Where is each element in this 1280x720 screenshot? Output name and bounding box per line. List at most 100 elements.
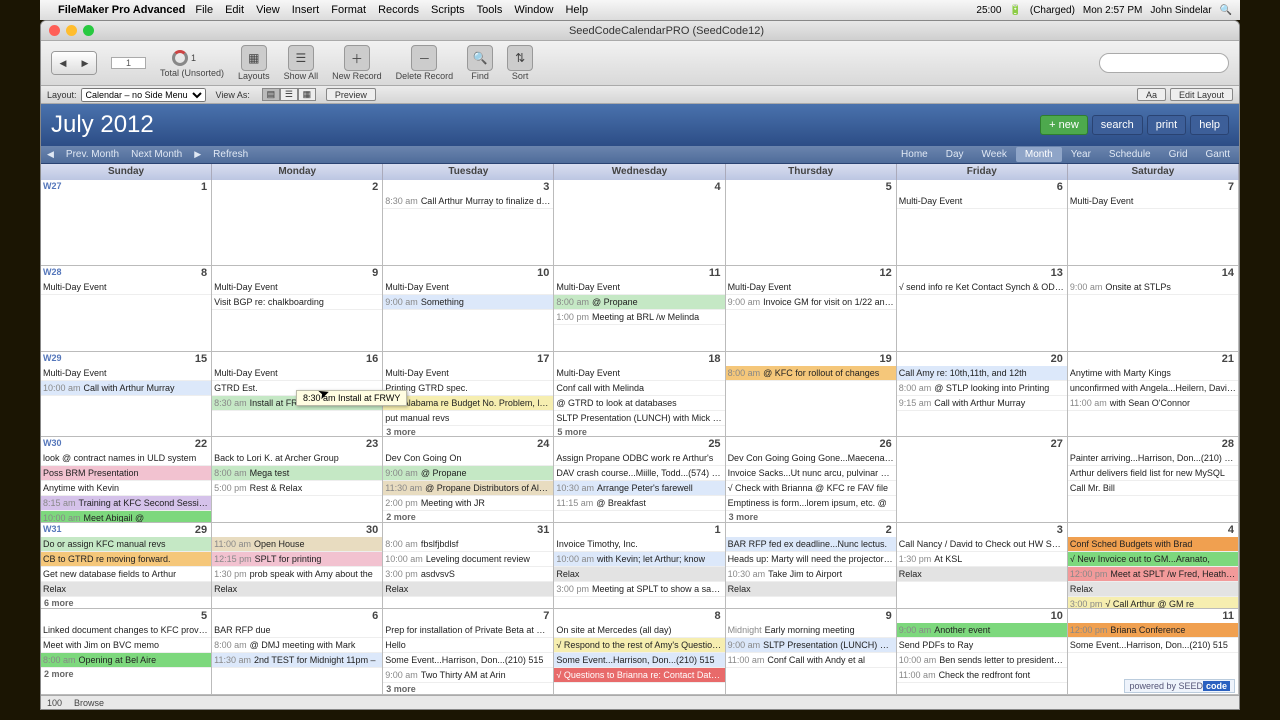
calendar-event[interactable]: 9:00 amTwo Thirty AM at Arin (383, 668, 553, 683)
calendar-event[interactable]: Visit BGP re: chalkboarding (212, 295, 382, 310)
calendar-event[interactable]: Do or assign KFC manual revs (41, 537, 211, 552)
day-cell[interactable]: 6BAR RFP due8:00 am@ DMJ meeting with Ma… (212, 609, 383, 694)
day-cell[interactable]: 9MidnightEarly morning meeting9:00 amSLT… (726, 609, 897, 694)
calendar-event[interactable]: Multi-Day Event (726, 280, 896, 295)
calendar-event[interactable]: Dev Con Going Going Gone...Maecenas lore… (726, 451, 896, 466)
tab-year[interactable]: Year (1062, 147, 1100, 162)
day-cell[interactable]: 28Painter arriving...Harrison, Don...(21… (1068, 437, 1239, 522)
calendar-event[interactable]: 1:30 pmAt KSL (897, 552, 1067, 567)
day-cell[interactable]: 318:00 amfbslfjbdlsf10:00 amLeveling doc… (383, 523, 554, 608)
tab-week[interactable]: Week (973, 147, 1016, 162)
more-events[interactable]: 6 more (41, 597, 211, 608)
calendar-event[interactable]: 11:00 amCheck the redfront font (897, 668, 1067, 683)
tab-gantt[interactable]: Gantt (1197, 147, 1239, 162)
calendar-event[interactable]: MidnightEarly morning meeting (726, 623, 896, 638)
calendar-event[interactable]: Printing GTRD spec. (383, 381, 553, 396)
day-cell[interactable]: 4Conf Sched Budgets with Brad√ New Invoi… (1068, 523, 1239, 608)
search-button[interactable]: search (1092, 115, 1143, 135)
day-cell[interactable]: 6Multi-Day Event (897, 180, 1068, 265)
calendar-event[interactable]: Hello (383, 638, 553, 653)
calendar-event[interactable]: 11:00 amwith Sean O'Connor (1068, 396, 1238, 411)
calendar-event[interactable]: 9:00 amAnother event (897, 623, 1067, 638)
calendar-event[interactable]: Call Nancy / David to Check out HW Serve… (897, 537, 1067, 552)
calendar-event[interactable]: Prep for installation of Private Beta at… (383, 623, 553, 638)
menu-records[interactable]: Records (378, 4, 419, 16)
day-cell[interactable]: 22W30look @ contract names in ULD system… (41, 437, 212, 522)
calendar-event[interactable]: Some Event...Harrison, Don...(210) 515 (1068, 638, 1238, 653)
layout-select[interactable]: Calendar – no Side Menu (81, 88, 206, 102)
day-cell[interactable]: 5Linked document changes to KFC providin… (41, 609, 212, 694)
calendar-event[interactable]: unconfirmed with Angela...Heilern, David… (1068, 381, 1238, 396)
calendar-event[interactable]: 1:30 pmprob speak with Amy about the (212, 567, 382, 582)
calendar-event[interactable]: 8:00 am@ STLP looking into Printing (897, 381, 1067, 396)
menu-format[interactable]: Format (331, 4, 366, 16)
day-cell[interactable]: 25Assign Propane ODBC work re Arthur'sDA… (554, 437, 725, 522)
day-cell[interactable]: 18Multi-Day EventConf call with Melinda@… (554, 352, 725, 437)
menu-scripts[interactable]: Scripts (431, 4, 465, 16)
calendar-event[interactable]: Call Amy re: 10th,11th, and 12th (897, 366, 1067, 381)
font-button[interactable]: Aa (1137, 88, 1166, 101)
calendar-event[interactable]: 8:00 amMega test (212, 466, 382, 481)
day-cell[interactable]: 8W28Multi-Day Event (41, 266, 212, 351)
day-cell[interactable]: 26Dev Con Going Going Gone...Maecenas lo… (726, 437, 897, 522)
sort-icon[interactable]: ⇅ (507, 45, 533, 71)
calendar-event[interactable]: 11:30 am2nd TEST for Midnight 11pm – (212, 653, 382, 668)
calendar-event[interactable]: Linked document changes to KFC providing (41, 623, 211, 638)
tab-grid[interactable]: Grid (1160, 147, 1197, 162)
calendar-event[interactable]: 8:30 amCall Arthur Murray to finalize da… (383, 194, 553, 209)
showall-icon[interactable]: ☰ (288, 45, 314, 71)
more-events[interactable]: 3 more (726, 511, 896, 522)
find-icon[interactable]: 🔍 (467, 45, 493, 71)
calendar-event[interactable]: 11:00 amConf Call with Andy et al (726, 653, 896, 668)
calendar-event[interactable]: 10:00 amwith Kevin; let Arthur; know (554, 552, 724, 567)
calendar-event[interactable]: 10:00 amMeet Abigail @ (41, 511, 211, 522)
day-cell[interactable]: 149:00 amOnsite at STLPs (1068, 266, 1239, 351)
calendar-event[interactable]: CB to GTRD re moving forward. (41, 552, 211, 567)
edit-layout-button[interactable]: Edit Layout (1170, 88, 1233, 101)
more-events[interactable]: 3 more (383, 426, 553, 437)
app-name[interactable]: FileMaker Pro Advanced (58, 4, 185, 16)
day-cell[interactable]: 15W29Multi-Day Event10:00 amCall with Ar… (41, 352, 212, 437)
calendar-event[interactable]: √ New Invoice out to GM...Aranato, (1068, 552, 1238, 567)
calendar-event[interactable]: Back to Lori K. at Archer Group (212, 451, 382, 466)
day-cell[interactable]: 23Back to Lori K. at Archer Group8:00 am… (212, 437, 383, 522)
calendar-event[interactable]: Invoice Sacks...Ut nunc arcu, pulvinar e… (726, 466, 896, 481)
tab-day[interactable]: Day (937, 147, 973, 162)
user-name[interactable]: John Sindelar (1150, 5, 1211, 16)
calendar-event[interactable]: BAR RFP due (212, 623, 382, 638)
calendar-event[interactable]: 10:00 amBen sends letter to president wi… (897, 653, 1067, 668)
viewas-segment[interactable]: ▤☰▦ (262, 88, 316, 101)
calendar-event[interactable]: 8:15 amTraining at KFC Second Session: (41, 496, 211, 511)
spotlight-icon[interactable]: 🔍 (1220, 5, 1232, 16)
calendar-event[interactable]: Multi-Day Event (1068, 194, 1238, 209)
next-arrow-icon[interactable]: ▶ (188, 149, 207, 160)
menu-window[interactable]: Window (514, 4, 553, 16)
more-events[interactable]: 3 more (383, 683, 553, 694)
prev-month-button[interactable]: Prev. Month (60, 149, 125, 160)
menu-help[interactable]: Help (565, 4, 588, 16)
seedcode-badge[interactable]: powered by SEEDcode (1124, 679, 1235, 693)
calendar-event[interactable]: Multi-Day Event (383, 366, 553, 381)
calendar-event[interactable]: 10:30 amTake Jim to Airport (726, 567, 896, 582)
deleterecord-icon[interactable]: － (411, 45, 437, 71)
calendar-event[interactable]: Anytime with Marty Kings (1068, 366, 1238, 381)
calendar-event[interactable]: Assign Propane ODBC work re Arthur's (554, 451, 724, 466)
calendar-event[interactable]: 8:00 am@ DMJ meeting with Mark (212, 638, 382, 653)
calendar-event[interactable]: Call Alabama re Budget No. Problem, left… (383, 396, 553, 411)
day-cell[interactable]: 7Multi-Day Event (1068, 180, 1239, 265)
calendar-event[interactable]: Some Event...Harrison, Don...(210) 515 (554, 653, 724, 668)
zoom-value[interactable]: 100 (47, 698, 62, 708)
calendar-event[interactable]: √ Questions to Brianna re: Contact Datab… (554, 668, 724, 683)
calendar-event[interactable]: Multi-Day Event (41, 366, 211, 381)
calendar-event[interactable]: 10:00 amLeveling document review (383, 552, 553, 567)
menu-tools[interactable]: Tools (477, 4, 503, 16)
calendar-event[interactable]: 10:00 amCall with Arthur Murray (41, 381, 211, 396)
calendar-event[interactable]: 11:00 amOpen House (212, 537, 382, 552)
calendar-event[interactable]: look @ contract names in ULD system (41, 451, 211, 466)
tab-month[interactable]: Month (1016, 147, 1062, 162)
day-cell[interactable]: 4 (554, 180, 725, 265)
calendar-event[interactable]: Multi-Day Event (212, 280, 382, 295)
calendar-event[interactable]: Relax (726, 582, 896, 597)
calendar-event[interactable]: 12:00 pmMeet at SPLT /w Fred, Heath and (1068, 567, 1238, 582)
calendar-event[interactable]: 2:00 pmMeeting with JR (383, 496, 553, 511)
